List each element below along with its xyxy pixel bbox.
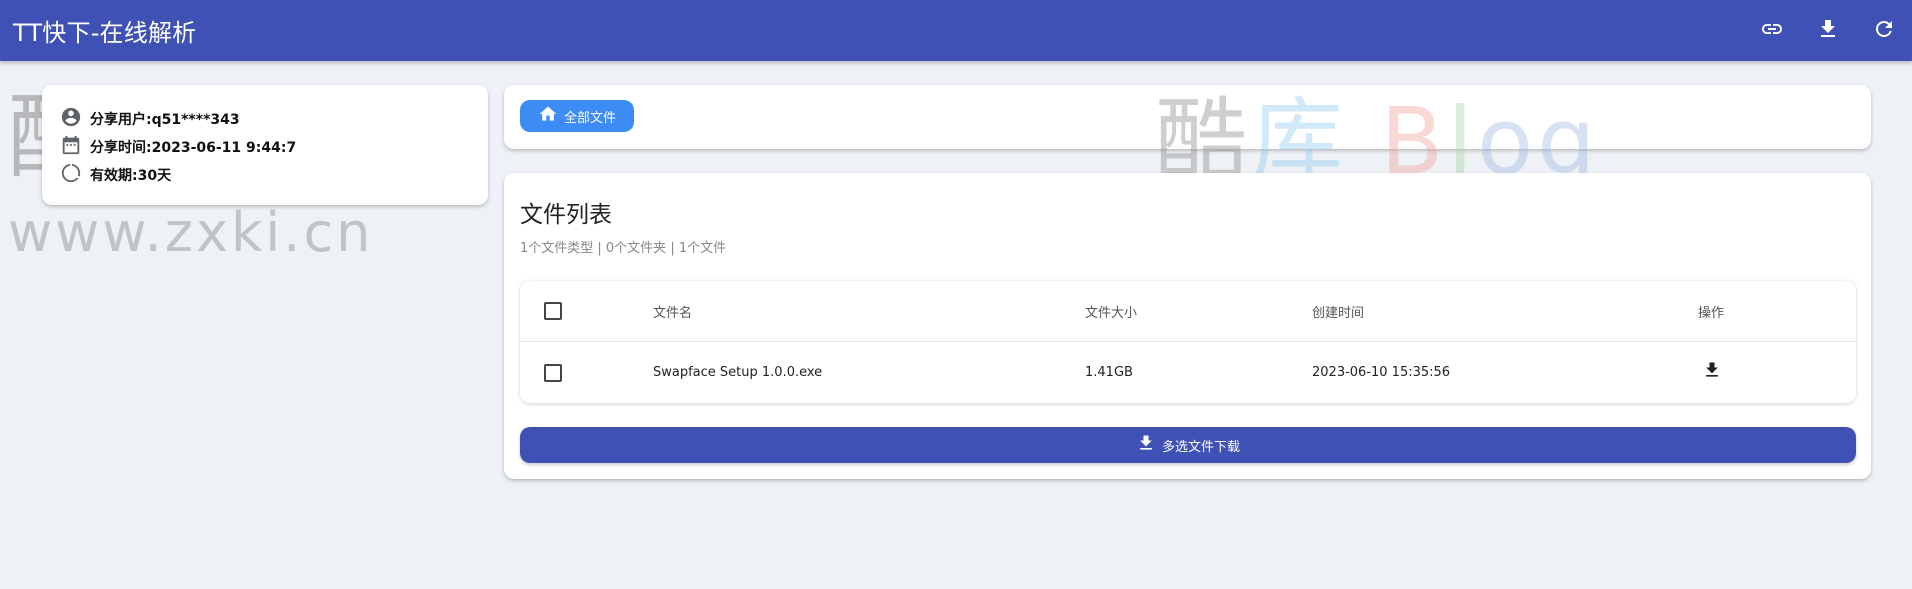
file-size: 1.41GB: [1085, 365, 1133, 380]
calendar-icon: [60, 134, 90, 160]
multi-download-button[interactable]: 多选文件下载: [520, 427, 1856, 463]
file-list-title: 文件列表: [520, 202, 612, 228]
all-files-label: 全部文件: [564, 110, 617, 126]
column-header-action: 操作: [1698, 305, 1725, 321]
home-icon: [538, 104, 564, 128]
row-checkbox[interactable]: [544, 363, 562, 382]
file-name: Swapface Setup 1.0.0.exe: [653, 365, 823, 380]
column-header-size: 文件大小: [1085, 305, 1138, 321]
file-list-card: 文件列表 1个文件类型 | 0个文件夹 | 1个文件 文件名 文件大小 创建时间…: [504, 173, 1871, 479]
validity-row: 有效期:30天: [60, 161, 470, 189]
all-files-button[interactable]: 全部文件: [520, 100, 635, 132]
download-icon: [1816, 17, 1840, 45]
file-table: 文件名 文件大小 创建时间 操作 Swapface Setup 1.0.0.ex…: [520, 281, 1856, 403]
download-button[interactable]: [1800, 3, 1856, 59]
link-icon: [1760, 17, 1784, 45]
breadcrumb-card: 全部文件: [504, 85, 1871, 149]
row-checkbox-cell: [544, 363, 562, 382]
share-time-row: 分享时间:2023-06-11 9:44:7: [60, 133, 470, 161]
file-list-summary: 1个文件类型 | 0个文件夹 | 1个文件: [520, 241, 727, 256]
file-created: 2023-06-10 15:35:56: [1312, 365, 1451, 380]
app-title: TT快下-在线解析: [13, 19, 197, 47]
multi-download-label: 多选文件下载: [1161, 439, 1240, 455]
select-all-checkbox[interactable]: [544, 302, 562, 320]
row-download-button[interactable]: [1702, 360, 1722, 384]
table-header: 文件名 文件大小 创建时间 操作: [520, 281, 1856, 342]
share-info-card: 分享用户:q51****343 分享时间:2023-06-11 9:44:7 有…: [42, 85, 488, 205]
table-row: Swapface Setup 1.0.0.exe 1.41GB 2023-06-…: [520, 342, 1856, 403]
share-time-text: 分享时间:2023-06-11 9:44:7: [90, 140, 297, 156]
refresh-icon: [1872, 17, 1896, 45]
app-bar: TT快下-在线解析: [0, 0, 1912, 61]
loading-circle-icon: [60, 162, 90, 188]
validity-text: 有效期:30天: [90, 168, 172, 184]
column-header-name: 文件名: [653, 305, 693, 321]
link-button[interactable]: [1744, 3, 1800, 59]
column-header-created: 创建时间: [1312, 305, 1365, 321]
download-icon: [1702, 362, 1722, 384]
download-icon: [1136, 433, 1162, 457]
select-all-checkbox-cell: [544, 302, 562, 320]
app-actions: [1744, 0, 1912, 61]
account-circle-icon: [60, 106, 90, 132]
refresh-button[interactable]: [1856, 3, 1912, 59]
share-user-text: 分享用户:q51****343: [90, 112, 240, 128]
share-user-row: 分享用户:q51****343: [60, 105, 470, 133]
